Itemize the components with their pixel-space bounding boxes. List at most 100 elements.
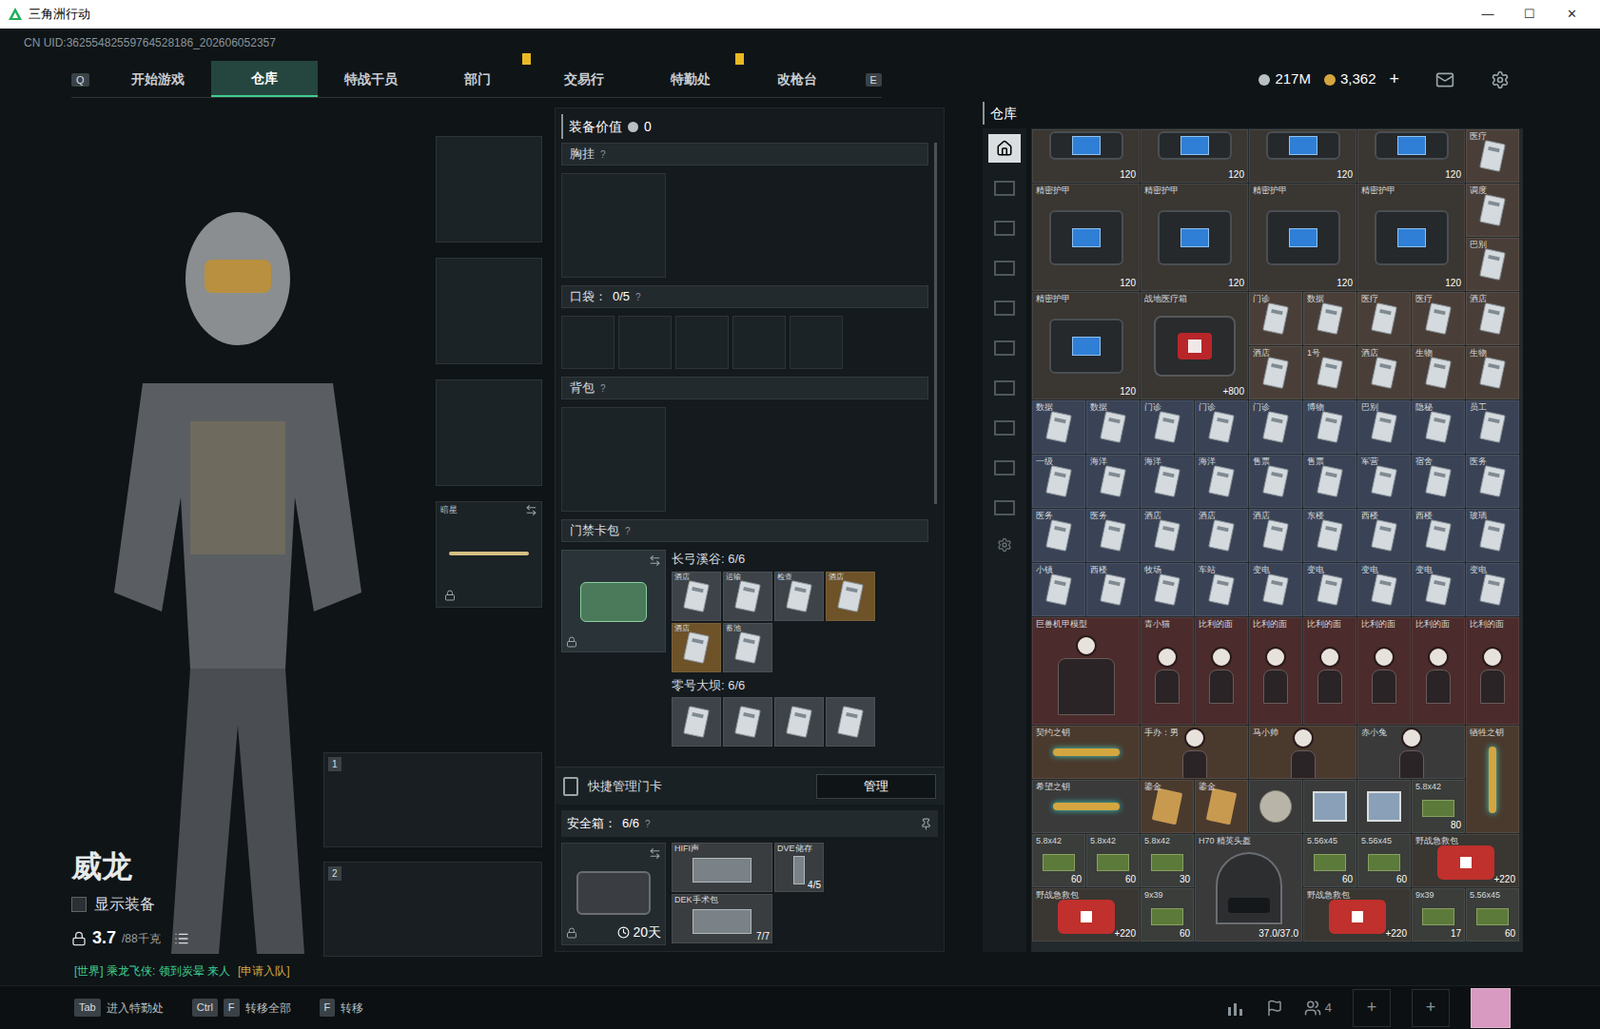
- settings-icon[interactable]: [996, 537, 1013, 553]
- warehouse-item[interactable]: 5.8x4260: [1032, 834, 1086, 888]
- mail-icon[interactable]: [1435, 70, 1455, 90]
- warehouse-item[interactable]: 生物: [1465, 346, 1520, 400]
- pin-icon[interactable]: [919, 818, 933, 831]
- warehouse-item[interactable]: 比利的面: [1411, 617, 1465, 725]
- warehouse-item[interactable]: 契约之钥: [1032, 725, 1140, 780]
- access-card[interactable]: [825, 697, 876, 747]
- warehouse-item[interactable]: 数据: [1086, 400, 1140, 454]
- invite-slot[interactable]: +: [1411, 989, 1450, 1028]
- access-card[interactable]: 运输: [722, 571, 773, 622]
- warehouse-item[interactable]: 医疗: [1357, 292, 1411, 346]
- swap-icon[interactable]: [648, 847, 662, 860]
- nav-tab[interactable]: 部门: [424, 60, 531, 98]
- nav-tab[interactable]: 特战干员: [317, 60, 425, 98]
- squad-icon[interactable]: [1304, 999, 1322, 1017]
- warehouse-item[interactable]: H70 精英头盔37.0/37.0: [1194, 834, 1303, 942]
- swap-icon[interactable]: [525, 504, 538, 517]
- player-avatar[interactable]: [1470, 988, 1511, 1029]
- weapon-slot[interactable]: 1: [323, 752, 543, 848]
- warehouse-item[interactable]: 5.8x4260: [1086, 834, 1140, 888]
- safe-box-slot[interactable]: 20天: [561, 842, 666, 946]
- warehouse-item[interactable]: 9x3960: [1140, 888, 1194, 942]
- warehouse-item[interactable]: 门诊: [1248, 400, 1303, 454]
- warehouse-item[interactable]: 比利的面: [1248, 617, 1303, 725]
- cardpack-slot[interactable]: [561, 549, 666, 653]
- warehouse-item[interactable]: 医疗: [1465, 129, 1520, 183]
- warehouse-item[interactable]: 希望之钥: [1032, 780, 1140, 834]
- join-team-link[interactable]: [申请入队]: [237, 962, 291, 980]
- warehouse-item[interactable]: 精密护甲120: [1248, 183, 1357, 292]
- access-card[interactable]: [671, 697, 722, 747]
- warehouse-item[interactable]: 门诊: [1248, 292, 1303, 346]
- category-tab[interactable]: [988, 493, 1021, 523]
- warehouse-item[interactable]: [1248, 780, 1303, 834]
- warehouse-item[interactable]: 1号: [1303, 346, 1357, 400]
- warehouse-item[interactable]: 变电: [1248, 563, 1303, 617]
- warehouse-item[interactable]: 精密护甲120: [1032, 183, 1140, 292]
- melee-slot[interactable]: 暗星: [435, 501, 543, 608]
- access-card[interactable]: [774, 697, 824, 747]
- warehouse-item[interactable]: 医务: [1086, 508, 1140, 563]
- nav-tab[interactable]: 开始游戏: [104, 60, 212, 98]
- warehouse-item[interactable]: 小镇: [1032, 563, 1086, 617]
- warehouse-item[interactable]: 5.8x4280: [1411, 780, 1465, 834]
- manage-button[interactable]: 管理: [816, 774, 937, 800]
- warehouse-item[interactable]: 120: [1032, 129, 1140, 183]
- warehouse-item[interactable]: 5.56x4560: [1465, 888, 1520, 942]
- access-card[interactable]: 蓄池: [722, 623, 773, 673]
- warehouse-item[interactable]: 酒店: [1248, 346, 1303, 400]
- flag-icon[interactable]: [1266, 999, 1284, 1017]
- empty-slot[interactable]: [618, 315, 672, 370]
- warehouse-item[interactable]: 精密护甲120: [1032, 292, 1140, 400]
- safe-item[interactable]: DVE储存4/5: [774, 842, 824, 893]
- warehouse-item[interactable]: 赤小兔: [1357, 725, 1465, 780]
- category-tab[interactable]: [988, 333, 1021, 363]
- stats-icon[interactable]: [1226, 999, 1246, 1017]
- access-card[interactable]: [722, 697, 773, 747]
- access-card[interactable]: 检查: [774, 571, 824, 622]
- warehouse-item[interactable]: 医务: [1032, 508, 1086, 563]
- safe-item[interactable]: HIFI声: [671, 842, 773, 893]
- warehouse-item[interactable]: 酒店: [1465, 292, 1520, 346]
- warehouse-item[interactable]: 酒店: [1357, 346, 1411, 400]
- scrollbar[interactable]: [934, 142, 937, 505]
- warehouse-item[interactable]: 博物: [1303, 400, 1357, 454]
- warehouse-item[interactable]: 青小猫: [1140, 617, 1194, 725]
- help-icon[interactable]: ?: [644, 817, 651, 832]
- category-tab[interactable]: [988, 253, 1021, 283]
- warehouse-item[interactable]: 海洋: [1086, 454, 1140, 508]
- empty-slot[interactable]: [561, 315, 615, 370]
- warehouse-item[interactable]: 售票: [1248, 454, 1303, 508]
- warehouse-item[interactable]: 门诊: [1194, 400, 1249, 454]
- warehouse-item[interactable]: 比利的面: [1357, 617, 1411, 725]
- category-tab[interactable]: [988, 293, 1021, 323]
- warehouse-item[interactable]: 5.56x4560: [1357, 834, 1411, 888]
- key-hint[interactable]: CtrlF转移全部: [192, 998, 292, 1017]
- warehouse-item[interactable]: 酒店: [1194, 508, 1249, 563]
- help-icon[interactable]: ?: [600, 147, 606, 162]
- warehouse-item[interactable]: 隐秘: [1411, 400, 1465, 454]
- show-equipment-checkbox[interactable]: [71, 897, 87, 913]
- warehouse-item[interactable]: 一级: [1032, 454, 1086, 508]
- warehouse-item[interactable]: 酒店: [1140, 508, 1194, 563]
- warehouse-item[interactable]: 牧场: [1140, 563, 1194, 617]
- category-tab[interactable]: [988, 453, 1021, 483]
- warehouse-item[interactable]: 120: [1248, 129, 1357, 183]
- warehouse-item[interactable]: 牺牲之钥: [1465, 725, 1520, 834]
- swap-icon[interactable]: [648, 554, 662, 567]
- warehouse-item[interactable]: 野战急救包+220: [1032, 888, 1140, 942]
- warehouse-item[interactable]: 手办：男: [1140, 725, 1249, 780]
- nav-tab[interactable]: 仓库: [211, 60, 318, 98]
- warehouse-item[interactable]: 变电: [1357, 563, 1411, 617]
- empty-slot[interactable]: [435, 136, 543, 243]
- warehouse-item[interactable]: 宿舍: [1411, 454, 1465, 508]
- window-control[interactable]: ✕: [1550, 4, 1593, 24]
- warehouse-item[interactable]: 5.8x4230: [1140, 834, 1194, 888]
- warehouse-item[interactable]: 调度: [1465, 183, 1520, 237]
- warehouse-item[interactable]: 数据: [1303, 292, 1357, 346]
- weapon-slot[interactable]: 2: [323, 861, 543, 957]
- access-card[interactable]: 酒店: [671, 571, 722, 622]
- warehouse-item[interactable]: 比利的面: [1303, 617, 1357, 725]
- help-icon[interactable]: ?: [624, 524, 631, 539]
- warehouse-item[interactable]: 西楼: [1411, 508, 1465, 563]
